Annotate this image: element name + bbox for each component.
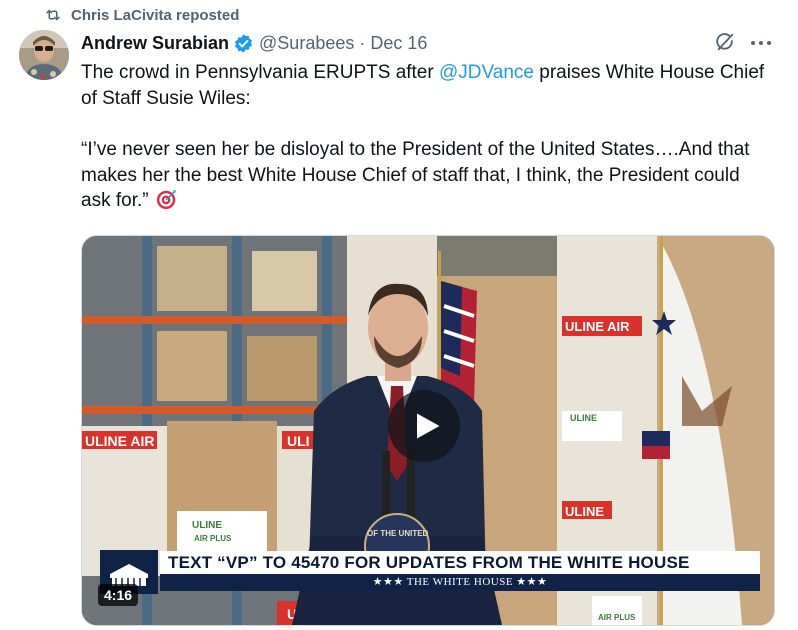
box-label: ULINE: [570, 413, 597, 423]
direct-hit-icon: [156, 189, 177, 210]
grok-icon[interactable]: [714, 31, 736, 53]
tweet-header: Andrew Surabian @Surabees · Dec 16: [81, 31, 427, 55]
box-label: ULINE AIR: [565, 319, 630, 334]
quote-text: “I’ve never seen her be disloyal to the …: [81, 139, 750, 211]
avatar[interactable]: [19, 30, 69, 80]
repost-label: Chris LaCivita reposted: [71, 6, 240, 24]
lower-third-banner: TEXT “VP” TO 45470 FOR UPDATES FROM THE …: [160, 551, 760, 591]
play-icon: [417, 413, 440, 439]
author-handle[interactable]: @Surabees: [259, 33, 354, 54]
tweet-quote: “I’ve never seen her be disloyal to the …: [81, 137, 771, 214]
play-button[interactable]: [388, 390, 460, 462]
repost-header[interactable]: Chris LaCivita reposted: [44, 5, 239, 25]
mention-link[interactable]: @JDVance: [439, 62, 534, 83]
more-options-icon[interactable]: [749, 33, 773, 53]
repost-icon: [46, 9, 60, 21]
video-player[interactable]: ULINE AIR ULINE AIR ULINE ULINE ULINE UL…: [81, 235, 775, 626]
author-name[interactable]: Andrew Surabian: [81, 33, 229, 54]
tweet-body: The crowd in Pennsylvania ERUPTS after @…: [81, 60, 771, 214]
tweet-date[interactable]: Dec 16: [370, 33, 427, 54]
tweet-intro: The crowd in Pennsylvania ERUPTS after @…: [81, 60, 771, 111]
box-label: ULINE: [192, 520, 222, 531]
box-label: AIR PLUS: [194, 534, 232, 543]
verified-badge-icon: [235, 33, 253, 53]
podium-seal-text: OF THE UNITED: [367, 529, 429, 538]
box-label: ULINE AIR: [85, 433, 154, 449]
tweet-text-start: The crowd in Pennsylvania ERUPTS after: [81, 62, 439, 83]
lower-third-subtitle: ★★★ THE WHITE HOUSE ★★★: [160, 574, 760, 591]
lower-third-headline: TEXT “VP” TO 45470 FOR UPDATES FROM THE …: [160, 551, 760, 574]
separator-dot: ·: [359, 32, 366, 53]
box-label: AIR PLUS: [598, 613, 636, 622]
box-label: ULI: [287, 433, 310, 449]
video-duration: 4:16: [98, 584, 139, 606]
box-label: ULINE: [565, 504, 604, 519]
